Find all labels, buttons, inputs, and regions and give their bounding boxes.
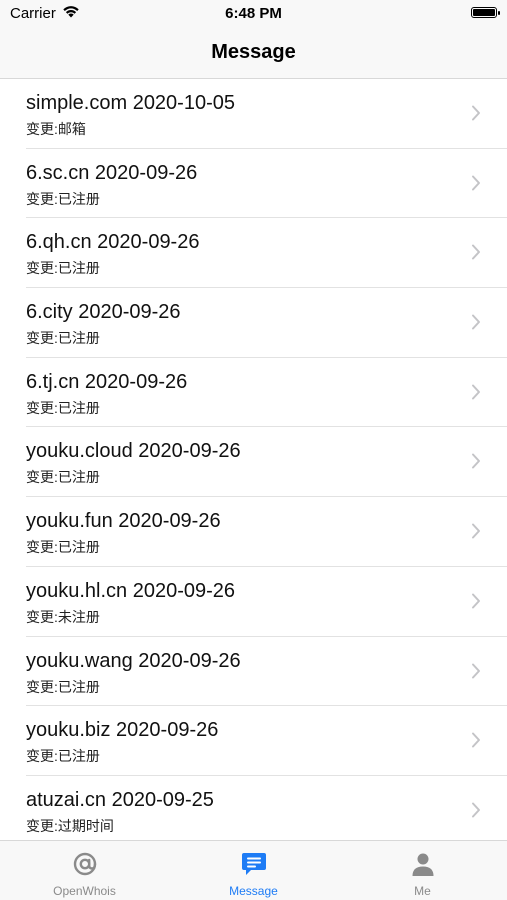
chevron-right-icon xyxy=(472,105,480,121)
person-icon xyxy=(412,853,433,876)
message-row[interactable]: atuzai.cn 2020-09-25 变更:过期时间 xyxy=(0,776,507,840)
message-subtitle: 变更:已注册 xyxy=(26,469,100,486)
message-row[interactable]: youku.wang 2020-09-26 变更:已注册 xyxy=(0,637,507,707)
message-subtitle: 变更:已注册 xyxy=(26,539,100,556)
message-title: 6.sc.cn 2020-09-26 xyxy=(26,161,198,184)
message-subtitle: 变更:未注册 xyxy=(26,608,100,625)
chevron-right-icon xyxy=(472,453,480,469)
tab-openwhois[interactable]: OpenWhois xyxy=(0,841,169,900)
at-sign-icon xyxy=(73,852,96,876)
chevron-right-icon xyxy=(472,802,480,818)
message-title: youku.cloud 2020-09-26 xyxy=(26,440,241,463)
message-title: youku.biz 2020-09-26 xyxy=(26,719,219,742)
message-title: youku.fun 2020-09-26 xyxy=(26,510,221,533)
chevron-right-icon xyxy=(472,244,480,260)
message-subtitle: 变更:已注册 xyxy=(26,399,100,416)
message-subtitle: 变更:已注册 xyxy=(26,330,100,347)
battery-icon xyxy=(471,7,500,18)
message-row[interactable]: youku.biz 2020-09-26 变更:已注册 xyxy=(0,706,507,776)
tab-label: Me xyxy=(414,884,431,898)
message-row[interactable]: youku.hl.cn 2020-09-26 变更:未注册 xyxy=(0,567,507,637)
message-subtitle: 变更:过期时间 xyxy=(26,817,114,834)
tab-label: OpenWhois xyxy=(53,884,116,898)
tab-bar: OpenWhois Message Me xyxy=(0,840,507,900)
message-row[interactable]: 6.city 2020-09-26 变更:已注册 xyxy=(0,288,507,358)
message-row[interactable]: 6.tj.cn 2020-09-26 变更:已注册 xyxy=(0,358,507,428)
app-screen: Carrier 6:48 PM Message simple.com 2020-… xyxy=(0,0,507,900)
message-subtitle: 变更:邮箱 xyxy=(26,121,86,137)
tab-label: Message xyxy=(229,884,278,898)
chevron-right-icon xyxy=(472,663,480,678)
chevron-right-icon xyxy=(472,593,480,609)
message-title: 6.city 2020-09-26 xyxy=(26,301,181,324)
message-row[interactable]: youku.cloud 2020-09-26 变更:已注册 xyxy=(0,427,507,497)
message-title: youku.hl.cn 2020-09-26 xyxy=(26,579,236,602)
message-title: youku.wang 2020-09-26 xyxy=(26,649,241,672)
chevron-right-icon xyxy=(472,523,480,539)
message-title: simple.com 2020-10-05 xyxy=(26,92,235,114)
page-title: Message xyxy=(211,40,296,63)
message-row[interactable]: simple.com 2020-10-05 变更:邮箱 xyxy=(0,79,507,149)
navigation-bar: Message xyxy=(0,30,507,79)
tab-message[interactable]: Message xyxy=(169,841,338,900)
message-subtitle: 变更:已注册 xyxy=(26,748,100,765)
message-subtitle: 变更:已注册 xyxy=(26,190,100,207)
message-title: 6.qh.cn 2020-09-26 xyxy=(26,231,200,254)
message-list[interactable]: simple.com 2020-10-05 变更:邮箱 6.sc.cn 2020… xyxy=(0,79,507,840)
chevron-right-icon xyxy=(472,384,480,400)
message-row[interactable]: 6.sc.cn 2020-09-26 变更:已注册 xyxy=(0,149,507,219)
message-title: atuzai.cn 2020-09-25 xyxy=(26,788,214,811)
status-time: 6:48 PM xyxy=(225,5,282,22)
chevron-right-icon xyxy=(472,732,480,748)
message-subtitle: 变更:已注册 xyxy=(26,260,100,277)
message-title: 6.tj.cn 2020-09-26 xyxy=(26,370,188,393)
message-row[interactable]: 6.qh.cn 2020-09-26 变更:已注册 xyxy=(0,218,507,288)
message-bubble-icon xyxy=(241,853,266,875)
message-row[interactable]: youku.fun 2020-09-26 变更:已注册 xyxy=(0,497,507,567)
chevron-right-icon xyxy=(472,175,480,191)
chevron-right-icon xyxy=(472,314,480,330)
message-subtitle: 变更:已注册 xyxy=(26,678,100,695)
status-bar: Carrier 6:48 PM xyxy=(0,0,507,30)
battery-level xyxy=(473,9,495,16)
tab-me[interactable]: Me xyxy=(338,841,507,900)
